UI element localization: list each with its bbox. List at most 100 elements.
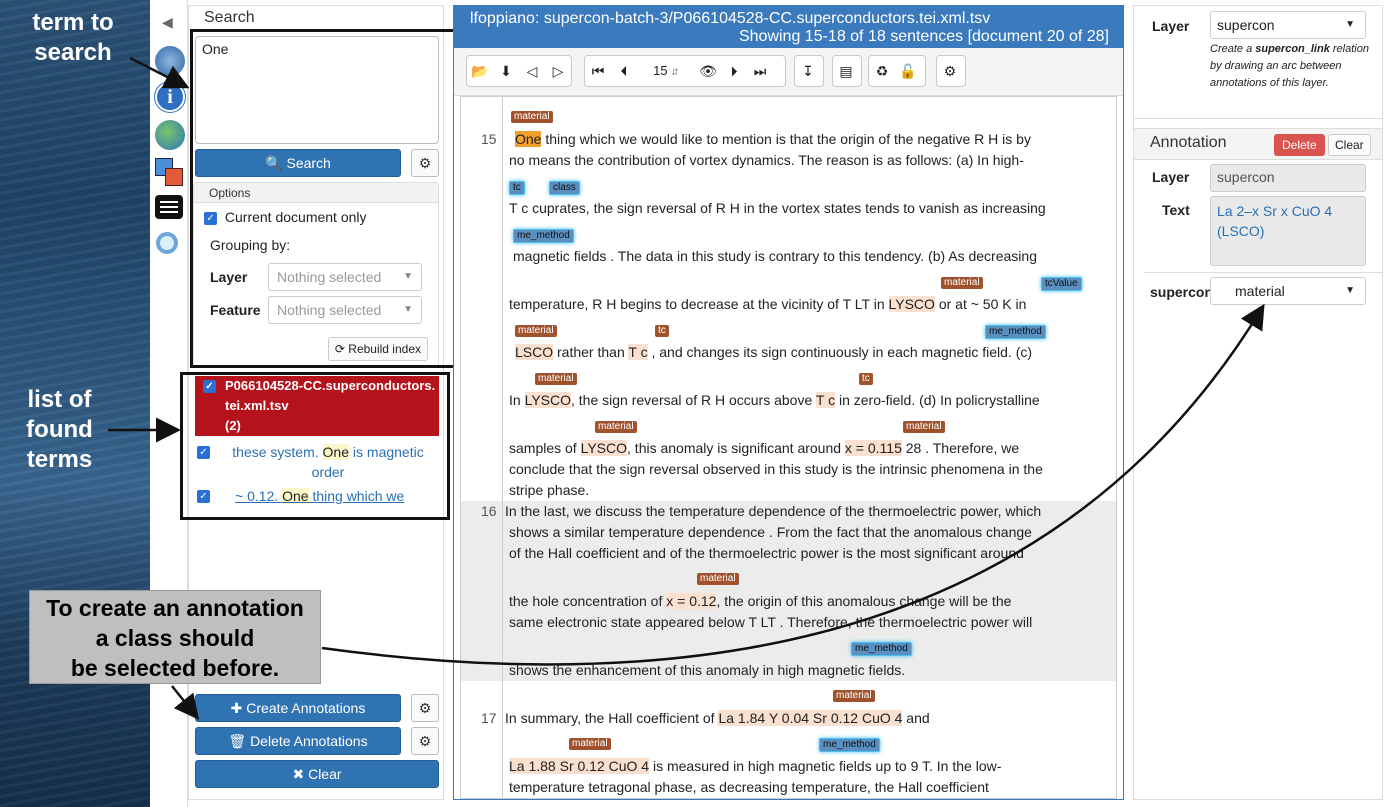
- document-panel: lfoppiano: supercon-batch-3/P066104528-C…: [453, 5, 1124, 800]
- line-gutter: [461, 97, 503, 798]
- label-material[interactable]: material: [697, 573, 739, 585]
- sentence-16-line-5: same electronic state appeared below T L…: [509, 614, 1033, 630]
- label-material[interactable]: material: [941, 277, 983, 289]
- annotation-editor[interactable]: 15 material One thing which we would lik…: [460, 96, 1117, 799]
- layout-group: ↧: [794, 55, 824, 87]
- navigation-group: ⏮ ⏴ 15 ⇵ 👁 ⏵ ⏭: [584, 55, 786, 87]
- clear-button[interactable]: ✖ Clear: [195, 760, 439, 788]
- chevron-down-icon: ▼: [1345, 19, 1355, 30]
- feature-value-select[interactable]: material ▼: [1210, 277, 1366, 305]
- label-material[interactable]: material: [569, 738, 611, 750]
- search-magnifier-icon[interactable]: [156, 232, 178, 254]
- label-me-method[interactable]: me_method: [985, 325, 1046, 339]
- sentence-number: 16: [481, 503, 497, 519]
- guidelines-icon[interactable]: ▤: [833, 56, 859, 86]
- file-group: 📂 ⬇ ◁ ▷: [466, 55, 572, 87]
- annotation-term-to-search: term to search: [32, 9, 114, 66]
- label-class[interactable]: class: [549, 181, 580, 195]
- open-folder-icon[interactable]: 📂: [467, 56, 493, 86]
- last-page-icon[interactable]: ⏭: [747, 56, 773, 86]
- label-tc[interactable]: tc: [859, 373, 873, 385]
- unlock-icon[interactable]: 🔓: [895, 56, 921, 86]
- document-toolbar: 📂 ⬇ ◁ ▷ ⏮ ⏴ 15 ⇵ 👁 ⏵ ⏭ ↧ ▤ ♻ 🔓 ⚙: [454, 48, 1123, 96]
- layer-label: Layer: [1152, 18, 1190, 34]
- plus-icon: ✚: [230, 700, 243, 716]
- create-settings-gear-icon[interactable]: ⚙: [411, 694, 439, 722]
- results-highlight-box: [180, 372, 450, 520]
- delete-annotations-button[interactable]: 🗑 Delete Annotations: [195, 727, 401, 755]
- annotation-layer-value: supercon: [1210, 164, 1366, 192]
- label-tc[interactable]: tc: [655, 325, 669, 337]
- callout-box: To create an annotation a class should b…: [29, 590, 321, 684]
- sentence-16-line-6: shows the enhancement of this anomaly in…: [509, 662, 906, 678]
- label-material[interactable]: material: [511, 111, 553, 123]
- label-material[interactable]: material: [595, 421, 637, 433]
- page-number-input[interactable]: 15 ⇵: [637, 56, 695, 86]
- line-wrap-icon[interactable]: ↧: [795, 56, 821, 86]
- sentence-16-line-4: the hole concentration of x = 0.12, the …: [509, 593, 1012, 609]
- sentence-15-line-10: stripe phase.: [509, 482, 590, 498]
- layer-hint: Create a supercon_link relation by drawi…: [1210, 43, 1369, 89]
- label-me-method[interactable]: me_method: [513, 229, 574, 243]
- label-me-method[interactable]: me_method: [819, 738, 880, 752]
- sentence-16-line-3: of the Hall coefficient and of the therm…: [509, 545, 1024, 561]
- sentence-16-line-1: In the last, we discuss the temperature …: [505, 503, 1042, 519]
- label-tcvalue[interactable]: tcValue: [1041, 277, 1082, 291]
- refresh-icon[interactable]: [155, 46, 185, 76]
- eye-icon[interactable]: 👁: [695, 56, 721, 86]
- label-me-method[interactable]: me_method: [851, 642, 912, 656]
- previous-page-icon[interactable]: ⏴: [611, 56, 637, 86]
- layer-select[interactable]: supercon ▼: [1210, 11, 1366, 39]
- label-material[interactable]: material: [535, 373, 577, 385]
- label-material[interactable]: material: [833, 690, 875, 702]
- export-icon[interactable]: ⬇: [493, 56, 519, 86]
- annotation-text-value: La 2–x Sr x CuO 4 (LSCO): [1210, 196, 1366, 266]
- span-one[interactable]: One: [515, 131, 542, 147]
- sentence-range: Showing 15-18 of 18 sentences [document …: [738, 28, 1109, 45]
- create-annotations-button[interactable]: ✚ Create Annotations: [195, 694, 401, 722]
- sentence-17-line-2: La 1.88 Sr 0.12 CuO 4 is measured in hig…: [509, 758, 1002, 774]
- label-material[interactable]: material: [903, 421, 945, 433]
- label-tc[interactable]: tc: [509, 181, 525, 195]
- delete-settings-gear-icon[interactable]: ⚙: [411, 727, 439, 755]
- sentence-15-line-1: One thing which we would like to mention…: [515, 131, 1031, 147]
- search-title: Search: [204, 9, 255, 26]
- sentence-17-line-3: temperature tetragonal phase, as decreas…: [509, 779, 989, 795]
- chevron-down-icon: ▼: [1345, 285, 1355, 296]
- sentence-15-line-2: no means the contribution of vortex dyna…: [509, 152, 1024, 168]
- sentence-15-line-8: samples of LYSCO, this anomaly is signif…: [509, 440, 1020, 456]
- comment-icon[interactable]: [155, 195, 183, 219]
- sentence-15-line-4: magnetic fields . The data in this study…: [513, 248, 1037, 264]
- annotation-layer-label: Layer: [1152, 169, 1190, 185]
- feature-label: supercon: [1150, 284, 1210, 300]
- delete-annotation-button[interactable]: Delete: [1274, 134, 1325, 156]
- first-page-icon[interactable]: ⏮: [585, 56, 611, 86]
- annotation-list-of-found-terms: list of found terms: [26, 386, 93, 473]
- trash-icon: 🗑: [228, 733, 247, 749]
- sentence-17-line-1: In summary, the Hall coefficient of La 1…: [505, 710, 930, 726]
- next-page-icon[interactable]: ⏵: [721, 56, 747, 86]
- layers-icon[interactable]: [155, 158, 185, 188]
- sentence-15-line-7: In LYSCO, the sign reversal of R H occur…: [509, 392, 1040, 408]
- clear-annotation-button[interactable]: Clear: [1328, 134, 1371, 156]
- previous-document-icon[interactable]: ◁: [519, 56, 545, 86]
- right-panel: Layer supercon ▼ Create a supercon_link r…: [1133, 5, 1383, 800]
- settings-gear-icon[interactable]: ⚙: [937, 56, 963, 86]
- collapse-arrow-icon[interactable]: ◀: [162, 14, 173, 31]
- sentence-number: 17: [481, 710, 497, 726]
- document-header: lfoppiano: supercon-batch-3/P066104528-C…: [454, 6, 1123, 48]
- next-document-icon[interactable]: ▷: [545, 56, 571, 86]
- globe-icon[interactable]: [155, 120, 185, 150]
- recycle-icon[interactable]: ♻: [869, 56, 895, 86]
- guidelines-group: ▤: [832, 55, 862, 87]
- info-icon[interactable]: i: [155, 82, 185, 112]
- close-icon: ✖: [292, 766, 305, 782]
- settings-group: ⚙: [936, 55, 966, 87]
- search-highlight-box: [190, 29, 460, 368]
- workflow-group: ♻ 🔓: [868, 55, 926, 87]
- text-label: Text: [1162, 202, 1190, 218]
- sentence-15-line-3: T c cuprates, the sign reversal of R H i…: [509, 200, 1046, 216]
- label-material[interactable]: material: [515, 325, 557, 337]
- sentence-15-line-5: temperature, R H begins to decrease at t…: [509, 296, 1027, 312]
- sentence-15-line-6: LSCO rather than T c , and changes its s…: [515, 344, 1033, 360]
